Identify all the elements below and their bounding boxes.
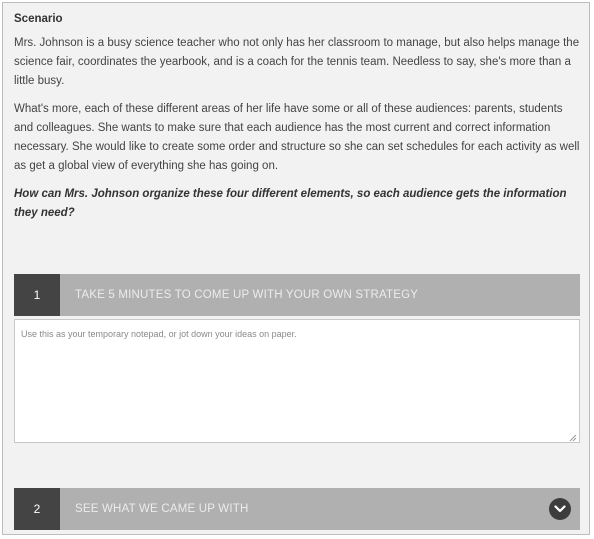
scenario-text: Scenario Mrs. Johnson is a busy science … (14, 3, 580, 223)
step-1-title: TAKE 5 MINUTES TO COME UP WITH YOUR OWN … (75, 289, 419, 301)
notepad-textarea[interactable] (14, 319, 580, 443)
scenario-paragraph-2: What's more, each of these different are… (14, 103, 580, 172)
step-2-number: 2 (14, 488, 60, 530)
step-2-title: SEE WHAT WE CAME UP WITH (75, 503, 249, 515)
step-1-header: 1 TAKE 5 MINUTES TO COME UP WITH YOUR OW… (14, 274, 580, 316)
scenario-question: How can Mrs. Johnson organize these four… (14, 188, 567, 219)
step-1-number: 1 (14, 274, 60, 316)
chevron-down-icon[interactable] (549, 498, 571, 520)
resize-grip-icon[interactable] (569, 434, 577, 442)
scenario-heading: Scenario (14, 13, 63, 25)
scenario-panel: Scenario Mrs. Johnson is a busy science … (2, 2, 590, 535)
step-2-header[interactable]: 2 SEE WHAT WE CAME UP WITH (14, 488, 580, 530)
scenario-paragraph-1: Mrs. Johnson is a busy science teacher w… (14, 37, 580, 87)
